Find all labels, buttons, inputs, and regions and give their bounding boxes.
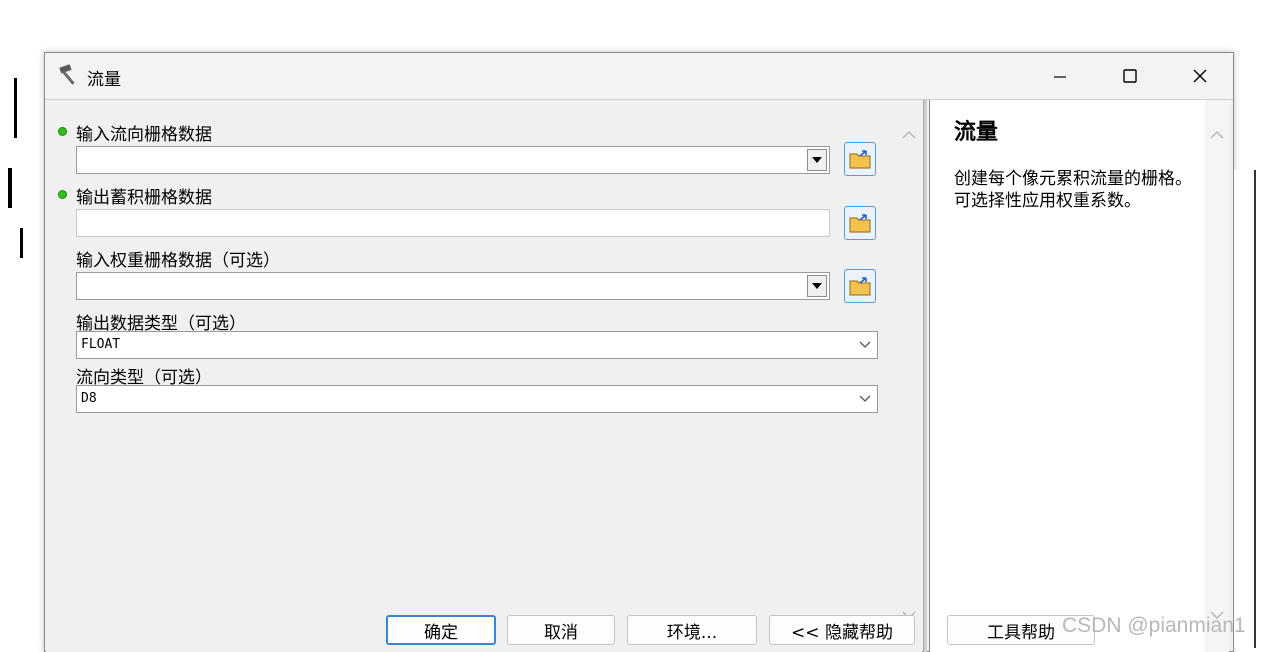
title-bar[interactable]: 流量 [45, 53, 1233, 100]
maximize-icon [1123, 69, 1137, 83]
in-weight-combobox[interactable] [76, 272, 830, 300]
data-type-value: FLOAT [81, 337, 121, 352]
help-panel: 流量 创建每个像元累积流量的栅格。可选择性应用权重系数。 [929, 100, 1205, 652]
combo-dropdown-button[interactable] [807, 149, 827, 171]
maximize-button[interactable] [1095, 53, 1165, 99]
label-in-flow-direction: 输入流向栅格数据 [76, 125, 212, 145]
browse-button-in-flow-direction[interactable] [844, 142, 876, 176]
hide-help-button[interactable]: << 隐藏帮助 [769, 615, 915, 645]
combo-dropdown-button[interactable] [807, 275, 827, 297]
data-type-dropdown[interactable]: FLOAT [76, 331, 878, 359]
chevron-down-icon [859, 341, 871, 348]
help-title: 流量 [954, 120, 999, 145]
parameters-scrollbar[interactable] [897, 100, 921, 652]
help-scrollbar[interactable] [1205, 100, 1229, 652]
background-mark [14, 78, 17, 138]
open-folder-icon [849, 277, 871, 296]
required-indicator-icon [58, 190, 67, 199]
browse-button-out-accumulation[interactable] [844, 206, 876, 240]
flow-type-value: D8 [81, 391, 97, 406]
watermark: CSDN @pianmian1 [1062, 614, 1246, 637]
minimize-button[interactable] [1025, 53, 1095, 99]
flow-type-dropdown[interactable]: D8 [76, 385, 878, 413]
caret-down-icon [812, 283, 822, 289]
background-right [1234, 170, 1266, 648]
flow-accumulation-dialog: 流量 输入流向栅格数据 输出蓄积栅格数据 输入权重栅格数据（可选） 输出数据类型… [44, 52, 1234, 652]
close-button[interactable] [1165, 53, 1235, 99]
panel-splitter[interactable] [923, 100, 927, 652]
ok-button[interactable]: 确定 [386, 615, 496, 645]
required-indicator-icon [58, 127, 67, 136]
background-mark [20, 228, 23, 258]
label-in-weight: 输入权重栅格数据（可选） [76, 251, 280, 271]
environments-button[interactable]: 环境... [627, 615, 757, 645]
open-folder-icon [849, 214, 871, 233]
help-description: 创建每个像元累积流量的栅格。可选择性应用权重系数。 [954, 169, 1192, 211]
label-out-accumulation: 输出蓄积栅格数据 [76, 188, 212, 208]
background-left [0, 68, 44, 648]
background-mark [8, 168, 12, 208]
parameters-panel: 输入流向栅格数据 输出蓄积栅格数据 输入权重栅格数据（可选） 输出数据类型（可选… [46, 100, 922, 652]
in-flow-direction-combobox[interactable] [76, 146, 830, 174]
caret-down-icon [812, 157, 822, 163]
hammer-icon [59, 64, 75, 85]
minimize-icon [1054, 76, 1066, 78]
chevron-down-icon [859, 395, 871, 402]
window-title: 流量 [87, 70, 121, 90]
browse-button-in-weight[interactable] [844, 269, 876, 303]
chevron-up-icon[interactable] [1208, 126, 1226, 144]
cancel-button[interactable]: 取消 [507, 615, 615, 645]
out-accumulation-input[interactable] [76, 209, 830, 237]
chevron-up-icon[interactable] [900, 126, 918, 144]
background-mark [1254, 170, 1256, 648]
close-icon [1193, 69, 1207, 83]
open-folder-icon [849, 150, 871, 169]
